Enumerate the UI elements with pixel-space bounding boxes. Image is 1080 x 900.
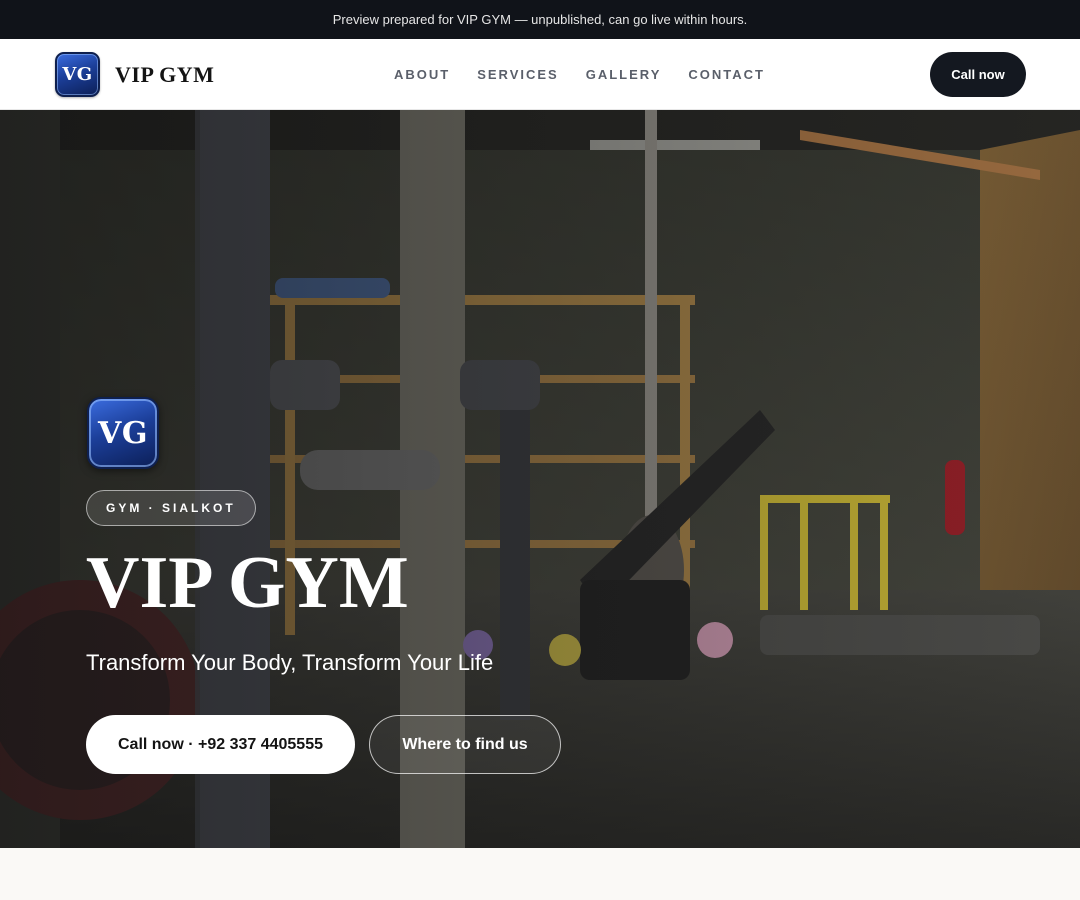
- hero-section: VG GYM · SIALKOT VIP GYM Transform Your …: [0, 110, 1080, 848]
- preview-banner: Preview prepared for VIP GYM — unpublish…: [0, 0, 1080, 39]
- site-header: VG VIP GYM ABOUT SERVICES GALLERY CONTAC…: [0, 39, 1080, 110]
- call-phone-button[interactable]: Call now · +92 337 4405555: [86, 715, 355, 774]
- hero-subtitle: Transform Your Body, Transform Your Life: [86, 650, 494, 675]
- where-to-find-us-button[interactable]: Where to find us: [369, 715, 561, 774]
- nav-link-about[interactable]: ABOUT: [394, 67, 450, 82]
- nav-link-gallery[interactable]: GALLERY: [586, 67, 662, 82]
- brand[interactable]: VG VIP GYM: [55, 52, 214, 97]
- hero-location-tag: GYM · SIALKOT: [86, 490, 256, 526]
- brand-logo-initials: VG: [62, 64, 93, 85]
- preview-banner-text: Preview prepared for VIP GYM — unpublish…: [332, 12, 748, 27]
- nav-link-contact[interactable]: CONTACT: [688, 67, 765, 82]
- hero-logo-initials: VG: [98, 415, 148, 451]
- hero-logo: VG: [87, 397, 159, 469]
- brand-logo: VG: [55, 52, 100, 97]
- hero-title: VIP GYM: [86, 542, 409, 624]
- brand-name: VIP GYM: [115, 61, 215, 87]
- call-now-button[interactable]: Call now: [930, 52, 1026, 97]
- main-nav: ABOUT SERVICES GALLERY CONTACT: [394, 39, 765, 109]
- nav-link-services[interactable]: SERVICES: [477, 67, 559, 82]
